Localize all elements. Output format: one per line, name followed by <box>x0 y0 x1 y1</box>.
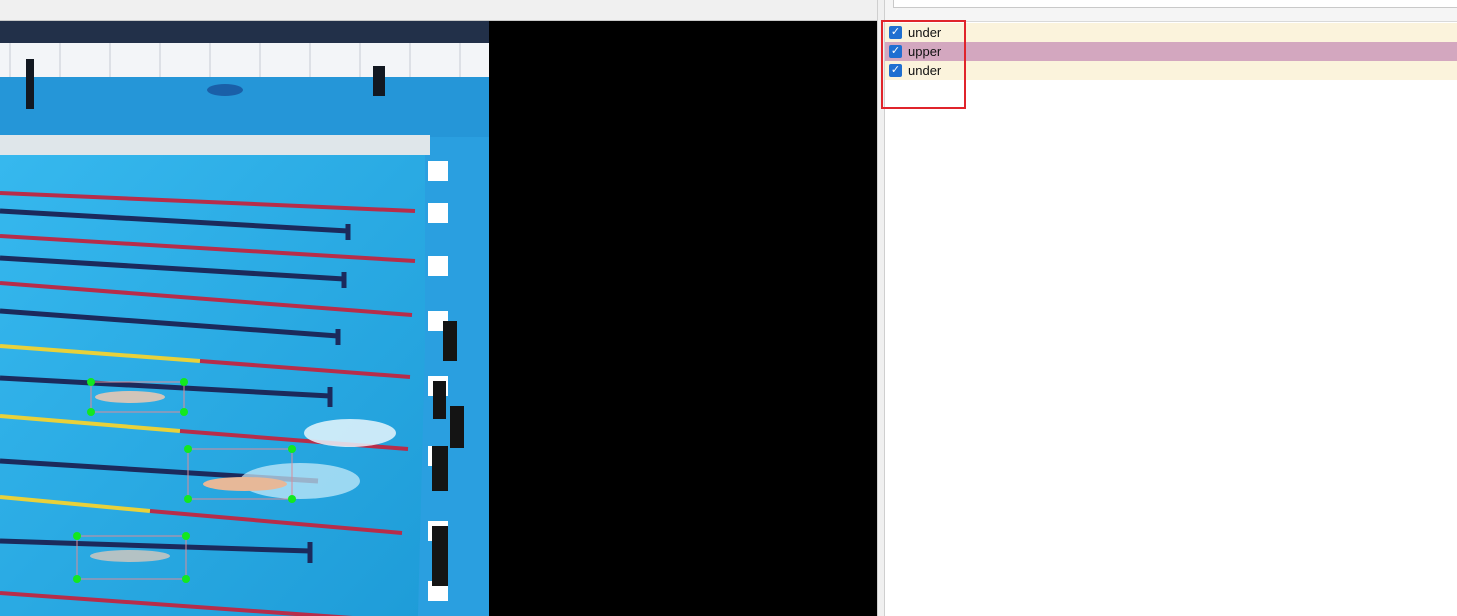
panel-header <box>885 0 1457 22</box>
filter-input[interactable] <box>893 0 1457 8</box>
pool-image <box>0 21 489 616</box>
label-text: under <box>908 63 942 78</box>
image-toolbar <box>0 0 877 21</box>
label-row[interactable]: ✓ upper <box>885 42 1457 61</box>
checkbox-checked-icon[interactable]: ✓ <box>889 26 902 39</box>
checkbox-checked-icon[interactable]: ✓ <box>889 64 902 77</box>
label-panel: ✓ under ✓ upper ✓ under <box>885 0 1457 616</box>
image-canvas[interactable] <box>0 21 877 616</box>
label-row[interactable]: ✓ under <box>885 23 1457 42</box>
label-row[interactable]: ✓ under <box>885 61 1457 80</box>
panel-splitter[interactable] <box>877 0 885 616</box>
label-text: upper <box>908 44 942 59</box>
label-list: ✓ under ✓ upper ✓ under <box>885 23 1457 80</box>
checkbox-checked-icon[interactable]: ✓ <box>889 45 902 58</box>
label-text: under <box>908 25 942 40</box>
